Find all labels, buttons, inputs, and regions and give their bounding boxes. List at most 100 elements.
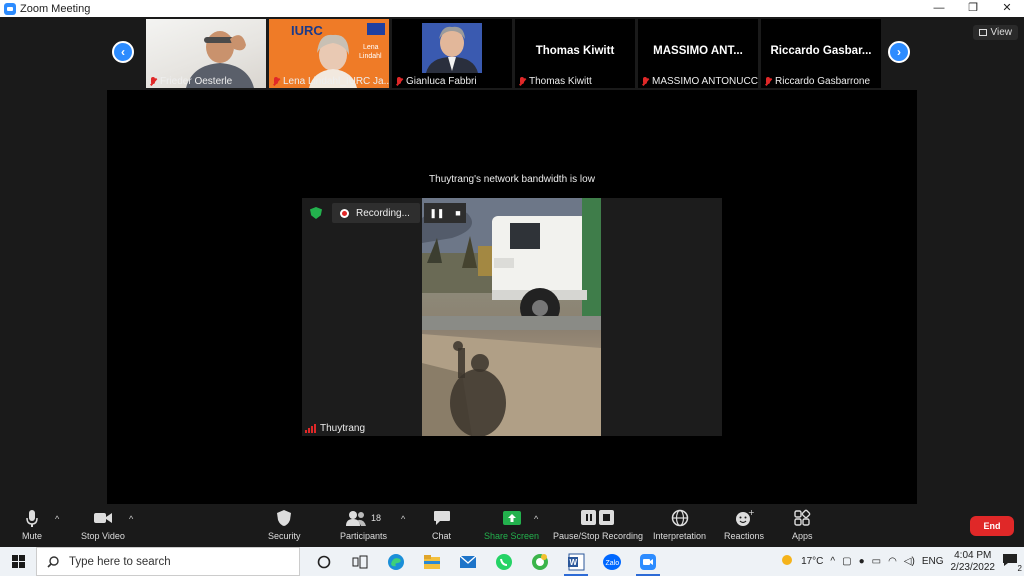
globe-icon: [671, 509, 689, 527]
close-button[interactable]: ✕: [990, 0, 1024, 17]
participant-strip: Frieder Oesterle IURC Lena Lindahl Lena …: [146, 19, 881, 88]
stop-video-button[interactable]: Stop Video: [81, 509, 125, 541]
clock-date: 2/23/2022: [950, 561, 996, 573]
zoom-taskbar-icon[interactable]: [630, 547, 666, 576]
windows-logo-icon: [11, 555, 25, 568]
share-screen-button[interactable]: Share Screen: [484, 509, 539, 541]
stop-recording-icon[interactable]: ■: [455, 208, 460, 218]
weather-temperature[interactable]: 17°C: [801, 556, 823, 567]
search-placeholder: Type here to search: [69, 555, 171, 568]
participant-tile[interactable]: Gianluca Fabbri: [392, 19, 512, 88]
window-title: Zoom Meeting: [20, 2, 91, 15]
notifications-icon[interactable]: 2: [1002, 553, 1022, 573]
svg-text:Lindahl: Lindahl: [359, 53, 382, 60]
next-page-button[interactable]: ›: [888, 41, 910, 63]
participant-name: Riccardo Gasbarrone: [775, 76, 871, 87]
mute-button[interactable]: Mute: [22, 509, 42, 541]
encryption-shield-icon: [310, 207, 322, 219]
whatsapp-icon[interactable]: [486, 547, 522, 576]
video-options-caret[interactable]: ^: [129, 514, 133, 524]
participant-label: Lena Lindahl_IURC Ja...: [272, 76, 389, 87]
participant-display-name: Riccardo Gasbar...: [770, 45, 872, 57]
share-options-caret[interactable]: ^: [534, 514, 538, 524]
participant-tile[interactable]: IURC Lena Lindahl Lena Lindahl_IURC Ja..…: [269, 19, 389, 88]
taskbar-search[interactable]: Type here to search: [36, 547, 300, 576]
reactions-label: Reactions: [724, 531, 765, 541]
participants-options-caret[interactable]: ^: [401, 514, 405, 524]
mic-muted-icon: [764, 76, 772, 87]
prev-page-button[interactable]: ‹: [112, 41, 134, 63]
participants-button[interactable]: 18 Participants: [340, 509, 387, 541]
participant-tile[interactable]: Frieder Oesterle: [146, 19, 266, 88]
mail-icon[interactable]: [450, 547, 486, 576]
truck-scene: [422, 198, 601, 436]
participant-label: Riccardo Gasbarrone: [764, 76, 870, 87]
edge-browser-icon[interactable]: [378, 547, 414, 576]
minimize-button[interactable]: —: [922, 0, 956, 17]
mic-muted-icon: [149, 76, 157, 87]
recording-dot-icon: [340, 208, 349, 218]
chat-label: Chat: [432, 531, 452, 541]
zalo-icon[interactable]: Zalo: [594, 547, 630, 576]
participant-display-name: MASSIMO ANT...: [653, 45, 743, 57]
input-language[interactable]: ENG: [922, 556, 944, 567]
volume-icon[interactable]: ◁): [904, 556, 915, 567]
participant-label: Gianluca Fabbri: [395, 76, 477, 87]
recording-label: Recording...: [356, 207, 410, 219]
file-explorer-icon[interactable]: [414, 547, 450, 576]
microphone-tray-icon[interactable]: ●: [859, 556, 865, 567]
word-icon[interactable]: W: [558, 547, 594, 576]
view-button[interactable]: View: [972, 25, 1018, 40]
mic-muted-icon: [395, 76, 403, 87]
mute-options-caret[interactable]: ^: [55, 514, 59, 524]
system-clock[interactable]: 4:04 PM 2/23/2022: [951, 550, 996, 574]
apps-button[interactable]: Apps: [792, 509, 813, 541]
tray-expand-icon[interactable]: ^: [830, 556, 835, 567]
chat-button[interactable]: Chat: [432, 509, 451, 541]
battery-icon[interactable]: ▭: [872, 556, 881, 567]
windows-taskbar: Type here to search W Zalo 17°C ^ ▢ ● ▭ …: [0, 547, 1024, 576]
participant-tile[interactable]: Riccardo Gasbar... Riccardo Gasbarrone: [761, 19, 881, 88]
participant-label: Frieder Oesterle: [149, 76, 232, 87]
end-meeting-button[interactable]: End: [970, 516, 1014, 536]
interpretation-button[interactable]: Interpretation: [653, 509, 706, 541]
participant-label: MASSIMO ANTONUCCI: [641, 76, 758, 87]
lena-overlay-name: Lena: [363, 44, 379, 51]
recording-controls-icon: [580, 509, 616, 527]
speaker-label: Thuytrang: [305, 423, 365, 434]
mic-muted-icon: [641, 76, 649, 87]
meeting-toolbar: Mute ^ Stop Video ^ Security 18 Particip…: [0, 504, 1024, 547]
weather-sun-icon: [780, 553, 794, 570]
participants-label: Participants: [340, 531, 388, 541]
zoom-app-icon: [4, 2, 16, 15]
chat-bubble-icon: [433, 509, 451, 527]
task-view-icon[interactable]: [342, 547, 378, 576]
start-button[interactable]: [0, 555, 36, 568]
signal-strength-icon: [305, 424, 316, 433]
camera-feed: [422, 198, 601, 436]
svg-text:+: +: [748, 509, 754, 517]
recording-controls: ❚❚ ■: [424, 203, 466, 223]
security-button[interactable]: Security: [268, 509, 301, 541]
grid-view-icon: [978, 29, 987, 36]
shield-icon: [276, 509, 292, 527]
wifi-icon[interactable]: ◠: [888, 556, 897, 567]
reactions-button[interactable]: + Reactions: [724, 509, 764, 541]
coc-coc-browser-icon[interactable]: [522, 547, 558, 576]
meet-now-icon[interactable]: ▢: [842, 556, 851, 567]
cortana-icon[interactable]: [306, 547, 342, 576]
mute-label: Mute: [22, 531, 43, 541]
participant-tile[interactable]: MASSIMO ANT... MASSIMO ANTONUCCI: [638, 19, 758, 88]
clock-time: 4:04 PM: [954, 549, 992, 561]
interpretation-label: Interpretation: [653, 531, 707, 541]
search-icon: [47, 555, 59, 568]
participant-tile[interactable]: Thomas Kiwitt Thomas Kiwitt: [515, 19, 635, 88]
participant-name: Gianluca Fabbri: [406, 76, 477, 87]
restore-button[interactable]: ❐: [956, 0, 990, 17]
pause-recording-icon[interactable]: ❚❚: [429, 208, 444, 219]
system-tray: 17°C ^ ▢ ● ▭ ◠ ◁) ENG 4:04 PM 2/23/2022 …: [780, 547, 1024, 576]
stop-video-label: Stop Video: [81, 531, 125, 541]
participants-count: 18: [371, 513, 382, 523]
speaker-name: Thuytrang: [320, 423, 366, 434]
pause-stop-recording-button[interactable]: Pause/Stop Recording: [553, 509, 643, 541]
